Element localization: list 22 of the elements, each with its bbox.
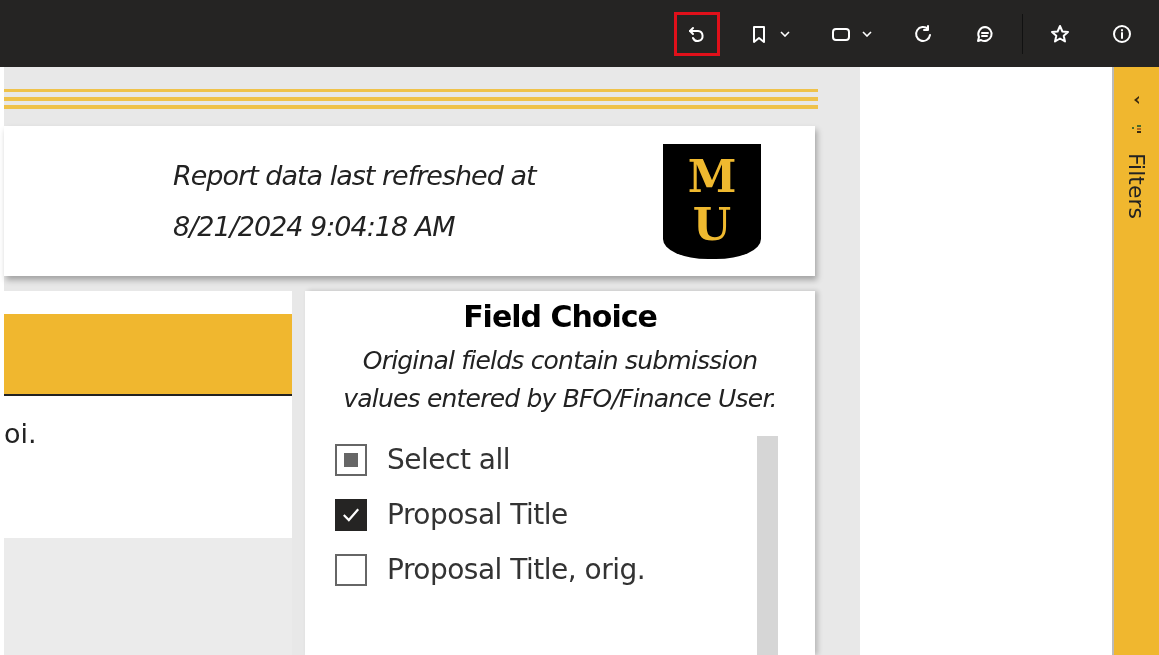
refresh-time: 8/21/2024 9:04:18 AM: [173, 211, 456, 242]
refresh-label: Report data last refreshed at: [173, 160, 538, 191]
chevron-icon: [862, 30, 872, 37]
checkbox[interactable]: [335, 553, 367, 586]
slicer-title: Field Choice: [463, 299, 657, 334]
filters-label[interactable]: Filters: [1124, 153, 1149, 219]
refresh-icon: [912, 22, 934, 45]
logo: M U: [663, 143, 761, 259]
checkbox[interactable]: [335, 443, 367, 476]
filter-icon: [1130, 123, 1143, 135]
slicer-description: Original fields contain submission values entered by BFO/Finance User.: [342, 345, 778, 415]
toolbar-button[interactable]: [674, 11, 720, 56]
slicer-item[interactable]: Proposal Title: [335, 497, 757, 532]
checkbox[interactable]: [335, 498, 367, 531]
scrollbar[interactable]: [757, 436, 778, 655]
slicer-item[interactable]: Proposal Title, orig.: [335, 552, 757, 587]
slicer-item[interactable]: Select all: [335, 442, 757, 477]
star-icon: [1049, 22, 1071, 45]
filters-pane[interactable]: Filters: [1112, 67, 1159, 655]
info-icon: [1111, 22, 1133, 45]
chevron-icon: [780, 30, 790, 37]
visual-text: oi.: [4, 418, 38, 451]
